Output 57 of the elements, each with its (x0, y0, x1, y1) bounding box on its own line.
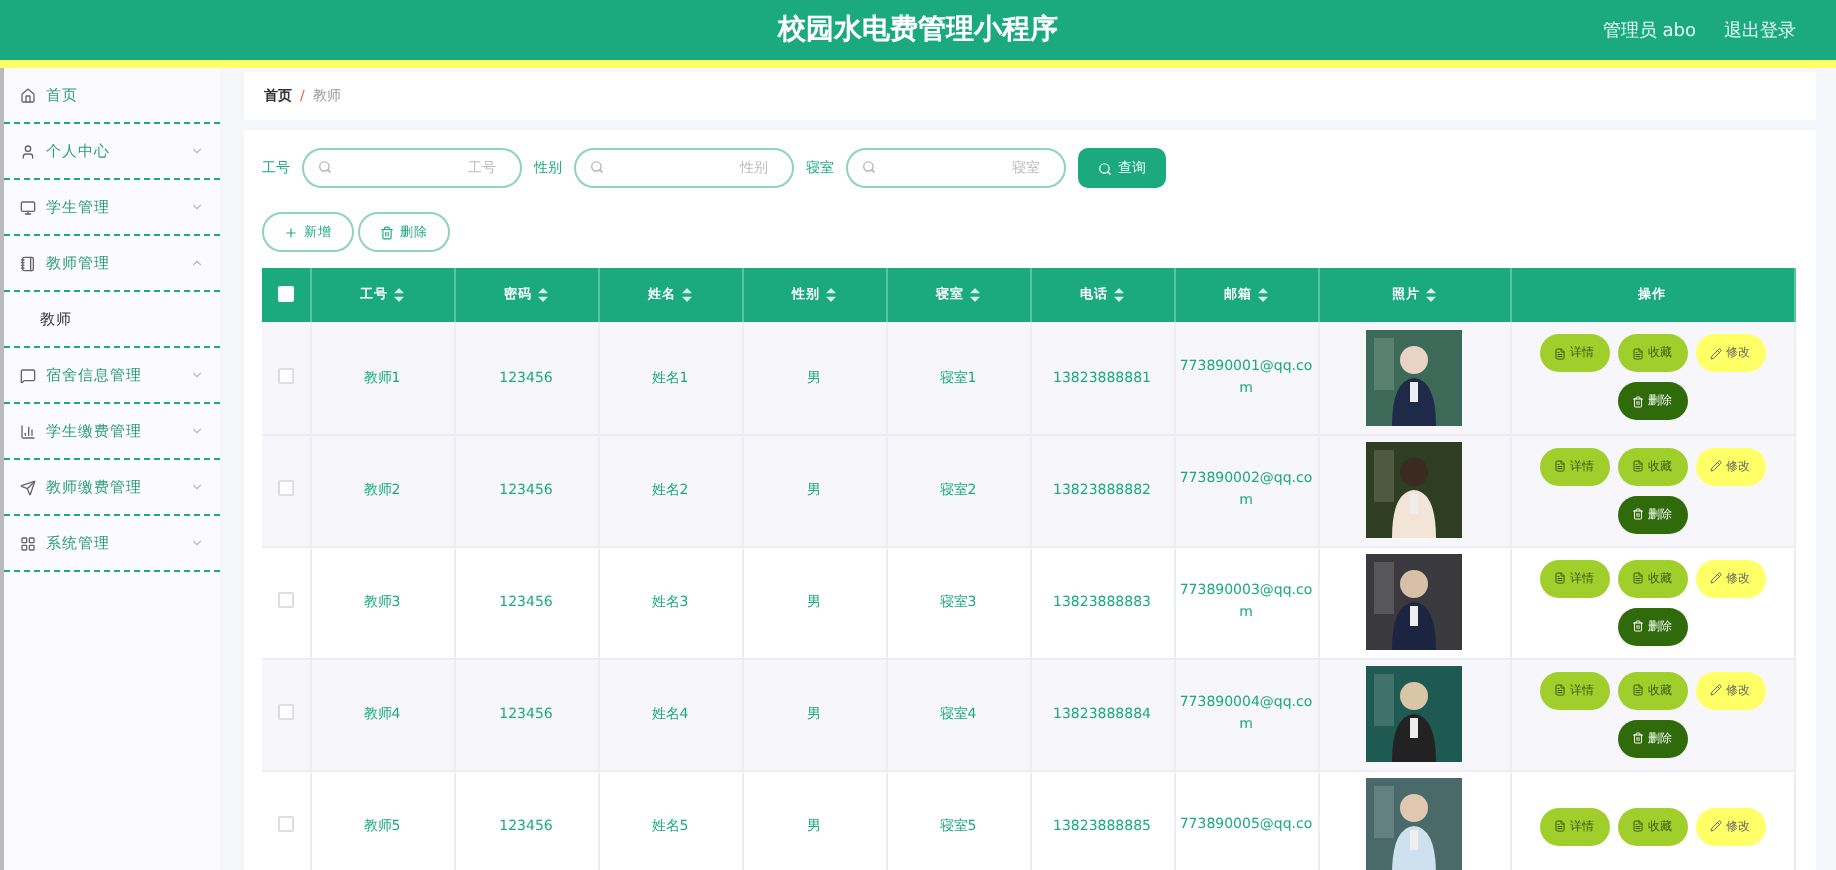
send-icon (20, 479, 36, 495)
user-name: 管理员 abo (1602, 19, 1696, 43)
sort-icon[interactable] (1426, 288, 1436, 302)
pencil-icon (1710, 572, 1722, 584)
chevron-icon (190, 424, 204, 438)
grid-icon (20, 535, 36, 551)
chevron-icon (190, 480, 204, 494)
notebook-icon (20, 255, 36, 271)
document-icon (1554, 820, 1566, 832)
document-icon (1632, 460, 1644, 472)
sort-icon[interactable] (394, 288, 404, 302)
chevron-icon (190, 144, 204, 158)
sort-icon[interactable] (682, 288, 692, 302)
document-icon (1554, 460, 1566, 472)
chevron-icon (190, 200, 204, 214)
document-icon (1632, 820, 1644, 832)
monitor-icon (20, 199, 36, 215)
search-icon (862, 160, 876, 174)
sort-icon[interactable] (538, 288, 548, 302)
trash-icon (380, 225, 394, 239)
pencil-icon (1710, 460, 1722, 472)
document-icon (1632, 347, 1644, 360)
app-title: 校园水电费管理小程序 (778, 12, 1058, 48)
home-icon (20, 87, 36, 103)
bar-chart-icon (20, 423, 36, 439)
trash-icon (1632, 620, 1644, 632)
row-checkbox[interactable] (277, 367, 294, 384)
sort-icon[interactable] (970, 288, 980, 302)
document-icon (1632, 684, 1644, 696)
user-icon (20, 143, 36, 159)
search-icon (1098, 161, 1112, 175)
pencil-icon (1710, 684, 1722, 696)
search-icon (590, 160, 604, 174)
message-icon (20, 367, 36, 383)
row-checkbox[interactable] (277, 480, 294, 496)
row-checkbox[interactable] (277, 592, 294, 608)
select-all-checkbox[interactable] (277, 285, 294, 301)
sort-icon[interactable] (1258, 288, 1268, 302)
document-icon (1554, 572, 1566, 584)
document-icon (1554, 347, 1566, 360)
chevron-icon (190, 256, 204, 270)
pencil-icon (1710, 347, 1722, 360)
pencil-icon (1710, 820, 1722, 832)
row-checkbox[interactable] (277, 704, 294, 720)
logout-link[interactable]: 退出登录 (1724, 17, 1796, 43)
chevron-icon (190, 536, 204, 550)
trash-icon (1632, 732, 1644, 744)
trash-icon (1632, 395, 1644, 408)
search-icon (318, 160, 332, 174)
trash-icon (1632, 508, 1644, 520)
document-icon (1554, 684, 1566, 696)
chevron-icon (190, 368, 204, 382)
sort-icon[interactable] (826, 288, 836, 302)
row-checkbox[interactable] (277, 816, 294, 832)
plus-icon (284, 225, 298, 239)
document-icon (1632, 572, 1644, 584)
sort-icon[interactable] (1114, 288, 1124, 302)
